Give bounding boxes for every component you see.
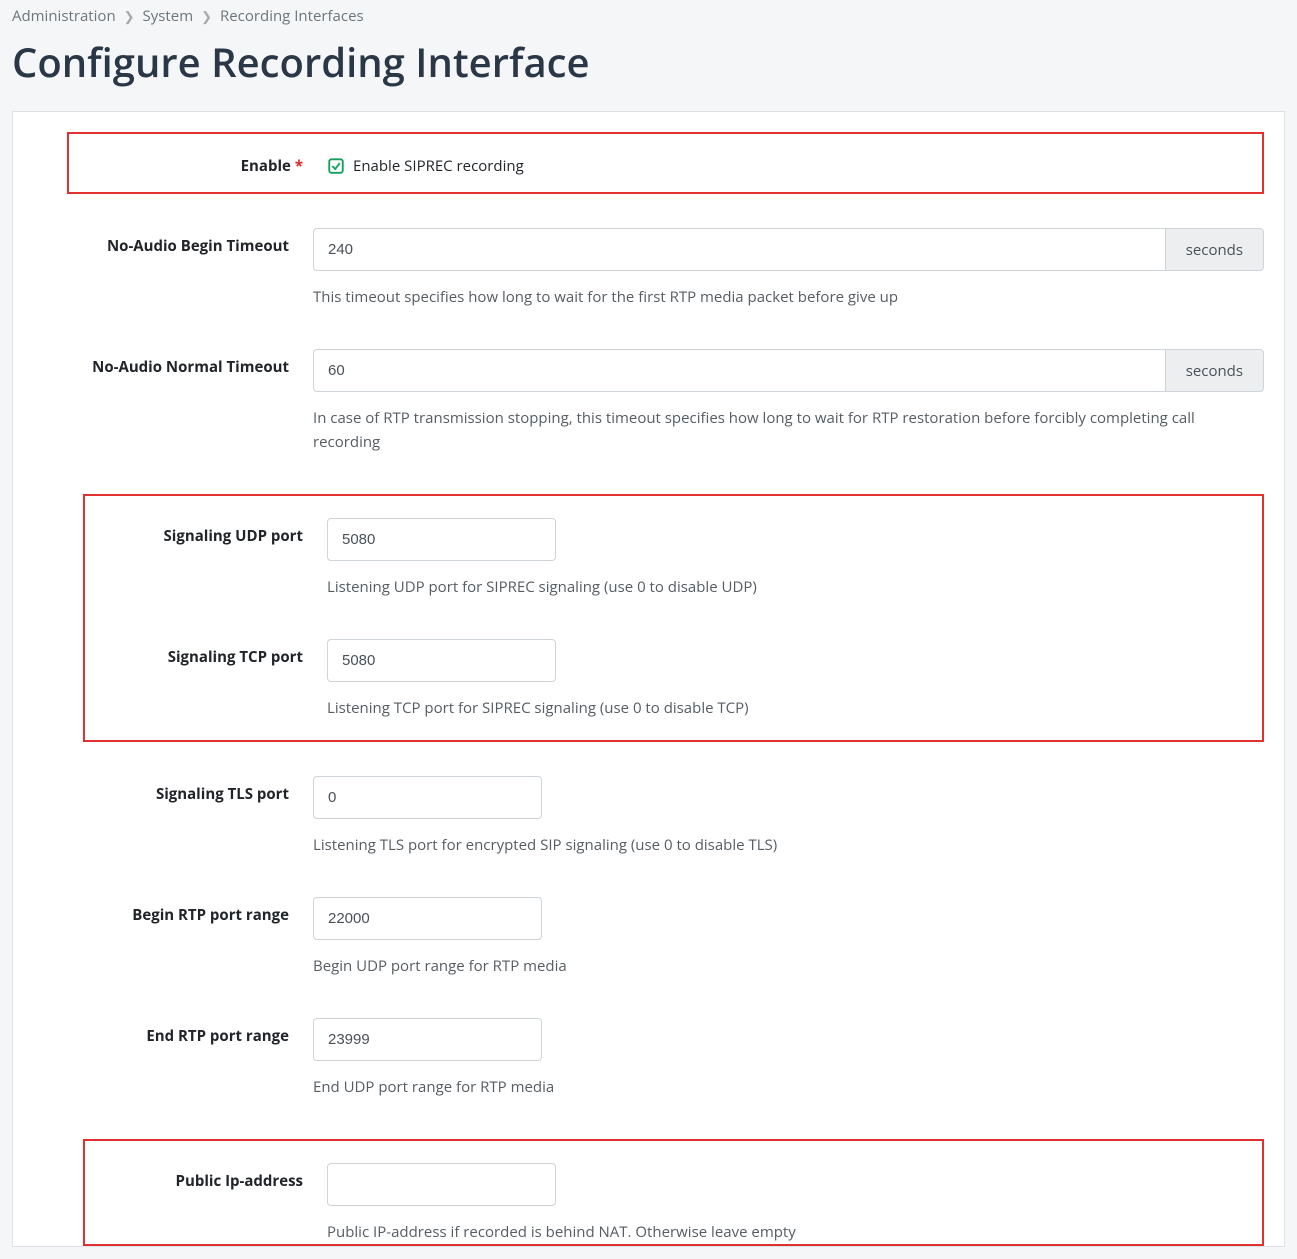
breadcrumb: Administration ❯ System ❯ Recording Inte… xyxy=(12,0,1285,30)
help-no-audio-normal-timeout: In case of RTP transmission stopping, th… xyxy=(313,406,1264,454)
help-no-audio-begin-timeout: This timeout specifies how long to wait … xyxy=(313,285,1264,309)
label-no-audio-normal-timeout: No-Audio Normal Timeout xyxy=(33,349,313,377)
end-rtp-port-range-input[interactable] xyxy=(313,1018,542,1061)
label-end-rtp-port-range: End RTP port range xyxy=(33,1018,313,1046)
begin-rtp-port-range-input[interactable] xyxy=(313,897,542,940)
help-public-ip-address: Public IP-address if recorded is behind … xyxy=(327,1220,1250,1244)
form-row-end-rtp-port-range: End RTP port range End UDP port range fo… xyxy=(33,1018,1264,1099)
no-audio-begin-timeout-input[interactable] xyxy=(313,228,1165,271)
label-public-ip-address: Public Ip-address xyxy=(97,1163,327,1191)
label-no-audio-begin-timeout: No-Audio Begin Timeout xyxy=(33,228,313,256)
enable-checkbox[interactable]: Enable SIPREC recording xyxy=(327,156,1250,176)
form-row-no-audio-begin-timeout: No-Audio Begin Timeout seconds This time… xyxy=(33,228,1264,309)
form-row-enable: Enable * Enable SIPREC recording xyxy=(81,156,1250,176)
label-enable: Enable * xyxy=(81,156,327,176)
chevron-right-icon: ❯ xyxy=(124,7,135,25)
highlight-enable: Enable * Enable SIPREC recording xyxy=(67,132,1264,194)
chevron-right-icon: ❯ xyxy=(201,7,212,25)
form-row-no-audio-normal-timeout: No-Audio Normal Timeout seconds In case … xyxy=(33,349,1264,454)
breadcrumb-administration[interactable]: Administration xyxy=(12,6,116,26)
unit-seconds: seconds xyxy=(1165,349,1264,392)
help-signaling-tcp-port: Listening TCP port for SIPREC signaling … xyxy=(327,696,1250,720)
form-row-signaling-tcp-port: Signaling TCP port Listening TCP port fo… xyxy=(97,639,1250,720)
breadcrumb-system[interactable]: System xyxy=(143,6,194,26)
help-signaling-tls-port: Listening TLS port for encrypted SIP sig… xyxy=(313,833,1264,857)
breadcrumb-recording-interfaces[interactable]: Recording Interfaces xyxy=(220,6,364,26)
label-signaling-tls-port: Signaling TLS port xyxy=(33,776,313,804)
signaling-tls-port-input[interactable] xyxy=(313,776,542,819)
enable-checkbox-label: Enable SIPREC recording xyxy=(353,156,524,176)
required-asterisk: * xyxy=(295,156,303,176)
signaling-udp-port-input[interactable] xyxy=(327,518,556,561)
form-row-public-ip-address: Public Ip-address Public IP-address if r… xyxy=(97,1163,1250,1244)
help-end-rtp-port-range: End UDP port range for RTP media xyxy=(313,1075,1264,1099)
signaling-tcp-port-input[interactable] xyxy=(327,639,556,682)
highlight-signaling-ports: Signaling UDP port Listening UDP port fo… xyxy=(83,494,1264,742)
highlight-public-ip: Public Ip-address Public IP-address if r… xyxy=(83,1139,1264,1246)
form-row-signaling-tls-port: Signaling TLS port Listening TLS port fo… xyxy=(33,776,1264,857)
help-begin-rtp-port-range: Begin UDP port range for RTP media xyxy=(313,954,1264,978)
label-signaling-tcp-port: Signaling TCP port xyxy=(97,639,327,667)
help-signaling-udp-port: Listening UDP port for SIPREC signaling … xyxy=(327,575,1250,599)
label-signaling-udp-port: Signaling UDP port xyxy=(97,518,327,546)
page-title: Configure Recording Interface xyxy=(12,34,1285,89)
form-panel: Enable * Enable SIPREC recording No-Audi… xyxy=(12,111,1285,1247)
unit-seconds: seconds xyxy=(1165,228,1264,271)
checkbox-checked-icon xyxy=(327,157,345,175)
form-row-begin-rtp-port-range: Begin RTP port range Begin UDP port rang… xyxy=(33,897,1264,978)
form-row-signaling-udp-port: Signaling UDP port Listening UDP port fo… xyxy=(97,518,1250,599)
label-begin-rtp-port-range: Begin RTP port range xyxy=(33,897,313,925)
no-audio-normal-timeout-input[interactable] xyxy=(313,349,1165,392)
